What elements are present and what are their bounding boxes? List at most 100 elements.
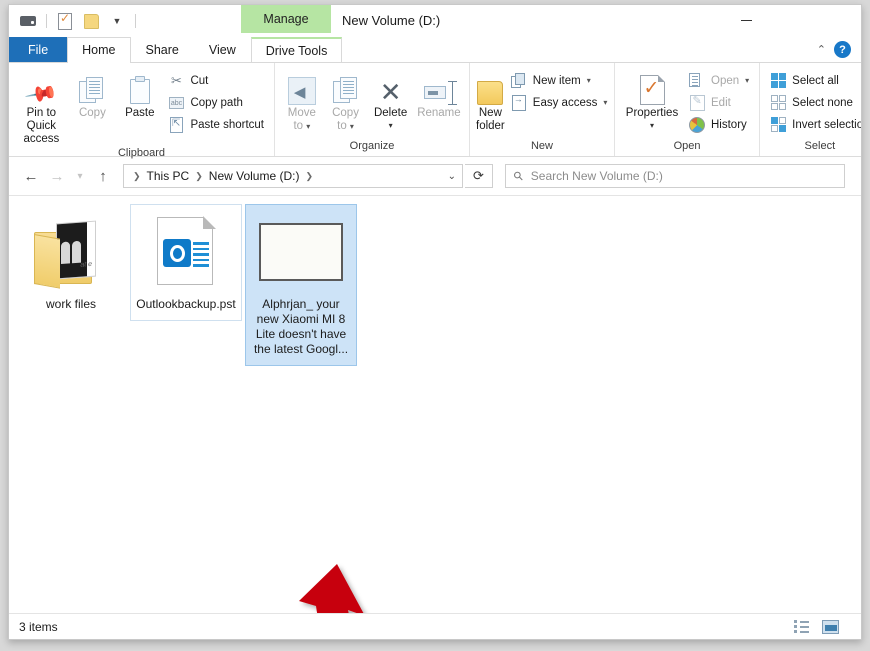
history-button[interactable]: History [685,114,753,135]
tab-drive-tools[interactable]: Drive Tools [250,37,343,62]
edit-label: Edit [711,96,731,109]
edit-button[interactable]: Edit [685,92,753,113]
help-icon[interactable]: ? [834,41,851,58]
properties-caret-icon[interactable]: ▾ [650,119,654,132]
delete-button[interactable]: ✕ Delete ▾ [368,68,412,132]
close-button[interactable] [815,5,861,35]
copy-to-button[interactable]: Copy to ▾ [325,68,367,133]
search-box[interactable]: ⚲ Search New Volume (D:) [505,164,845,188]
file-list-view[interactable]: at e work files Outlookbackup.pst Alphrj… [9,195,861,639]
ribbon-group-select: Select all Select none Invert selection … [760,63,862,156]
list-item-outlookbackup-pst[interactable]: Outlookbackup.pst [130,204,242,321]
pin-icon: 📌 [24,77,59,112]
select-all-icon [770,73,786,89]
open-caret-icon[interactable]: ▾ [745,76,749,85]
history-icon [689,116,705,133]
minimize-button[interactable] [723,5,769,35]
delete-caret-icon[interactable]: ▾ [389,119,393,132]
select-group-label: Select [804,140,836,152]
open-small-buttons: Open ▾ Edit History [685,68,753,135]
list-item-alphrjan-email[interactable]: Alphrjan_ your new Xiaomi MI 8 Lite does… [245,204,357,366]
select-all-label: Select all [792,74,839,87]
outlook-pst-file-icon [157,211,216,293]
ribbon-group-organize: ◀ Move to ▾ Copy to ▾ ✕ Delete ▾ Rename [275,63,470,156]
new-folder-button[interactable]: New folder [476,68,505,133]
tab-home[interactable]: Home [67,37,131,63]
ribbon-tab-strip: File Home Share View Drive Tools ⌃ ? [9,37,861,63]
select-none-label: Select none [792,96,853,109]
new-small-buttons: New item ▾ Easy access ▾ [507,68,612,113]
item-count-label: 3 items [19,619,58,634]
file-explorer-window: ▼ Manage New Volume (D:) File Home Share… [8,4,862,640]
breadcrumb-separator-3[interactable]: ❯ [304,171,314,182]
tab-share[interactable]: Share [130,37,194,62]
ribbon-group-new: New folder New item ▾ Easy access ▾ [470,63,615,156]
properties-button[interactable]: ✓ Properties ▾ [621,68,683,132]
customize-chevron-icon[interactable]: ▼ [106,10,128,32]
clipboard-small-buttons: ✂ Cut abc Copy path Paste shortcut [164,68,268,135]
refresh-button[interactable]: ⟳ [465,164,493,188]
breadcrumb-item-new-volume[interactable]: New Volume (D:) [206,169,303,183]
invert-selection-button[interactable]: Invert selection [766,114,862,135]
title-bar: ▼ Manage New Volume (D:) [9,5,861,37]
properties-icon[interactable] [54,10,76,32]
move-to-label-line2: to ▾ [293,120,311,132]
copy-path-button[interactable]: abc Copy path [164,92,268,113]
status-bar: 3 items [9,613,861,639]
tab-view[interactable]: View [193,37,251,62]
drive-icon[interactable] [17,10,39,32]
screenshot-root: ▼ Manage New Volume (D:) File Home Share… [0,0,870,651]
large-icons-view-icon[interactable] [821,619,839,635]
up-button[interactable]: ↑ [91,164,115,188]
copy-path-icon: abc [168,95,184,111]
tab-file[interactable]: File [9,37,68,62]
list-item-work-files[interactable]: at e work files [15,204,127,321]
move-to-button[interactable]: ◀ Move to ▾ [281,68,323,133]
select-all-button[interactable]: Select all [766,70,861,91]
copy-button[interactable]: Copy [70,68,115,120]
new-group-label: New [530,140,553,152]
paste-shortcut-button[interactable]: Paste shortcut [164,114,268,135]
pin-to-quick-access-button[interactable]: 📌 Pin to Quick access [15,68,68,146]
breadcrumb-item-this-pc[interactable]: This PC [144,169,193,183]
search-icon: ⚲ [510,167,527,185]
paste-button[interactable]: Paste [117,68,162,120]
cut-button[interactable]: ✂ Cut [164,70,268,91]
easy-access-caret-icon[interactable]: ▾ [603,98,607,107]
paste-shortcut-icon [168,116,184,133]
move-to-icon: ◀ [287,71,316,105]
open-icon [689,72,705,89]
scissors-icon: ✂ [171,72,182,88]
open-button[interactable]: Open ▾ [685,70,753,91]
move-to-label-line1: Move [287,107,316,119]
copy-to-label-line1: Copy [332,107,359,119]
back-button[interactable]: ← [19,164,43,188]
file-name-alphrjan-email: Alphrjan_ your new Xiaomi MI 8 Lite does… [253,297,349,356]
collapse-ribbon-icon[interactable]: ⌃ [817,43,826,56]
select-none-button[interactable]: Select none [766,92,861,113]
easy-access-button[interactable]: Easy access ▾ [507,92,612,113]
address-bar[interactable]: ❯ This PC ❯ New Volume (D:) ❯ ⌄ [123,164,463,188]
window-title: New Volume (D:) [342,12,441,28]
invert-selection-label: Invert selection [792,118,862,131]
search-input[interactable]: Search New Volume (D:) [531,169,663,183]
new-folder-icon[interactable] [80,10,102,32]
paste-shortcut-label: Paste shortcut [190,118,264,131]
maximize-button[interactable] [769,5,815,35]
new-folder-label-line2: folder [476,120,505,132]
address-dropdown-icon[interactable]: ⌄ [442,171,456,182]
rename-button[interactable]: Rename [415,68,463,120]
recent-locations-icon[interactable]: ▾ [71,164,89,188]
breadcrumb-separator-1[interactable]: ❯ [132,171,142,182]
window-buttons [723,5,861,35]
forward-button[interactable]: → [45,164,69,188]
details-view-icon[interactable] [793,619,811,635]
breadcrumb-separator-2[interactable]: ❯ [194,171,204,182]
organize-group-label: Organize [349,140,395,152]
new-item-button[interactable]: New item ▾ [507,70,612,91]
new-item-caret-icon[interactable]: ▾ [587,76,591,85]
pin-to-quick-access-label-line2: access [23,133,60,145]
navigation-bar: ← → ▾ ↑ ❯ This PC ❯ New Volume (D:) ❯ ⌄ … [9,157,861,195]
copy-to-icon [332,71,359,105]
new-item-label: New item [532,74,581,87]
